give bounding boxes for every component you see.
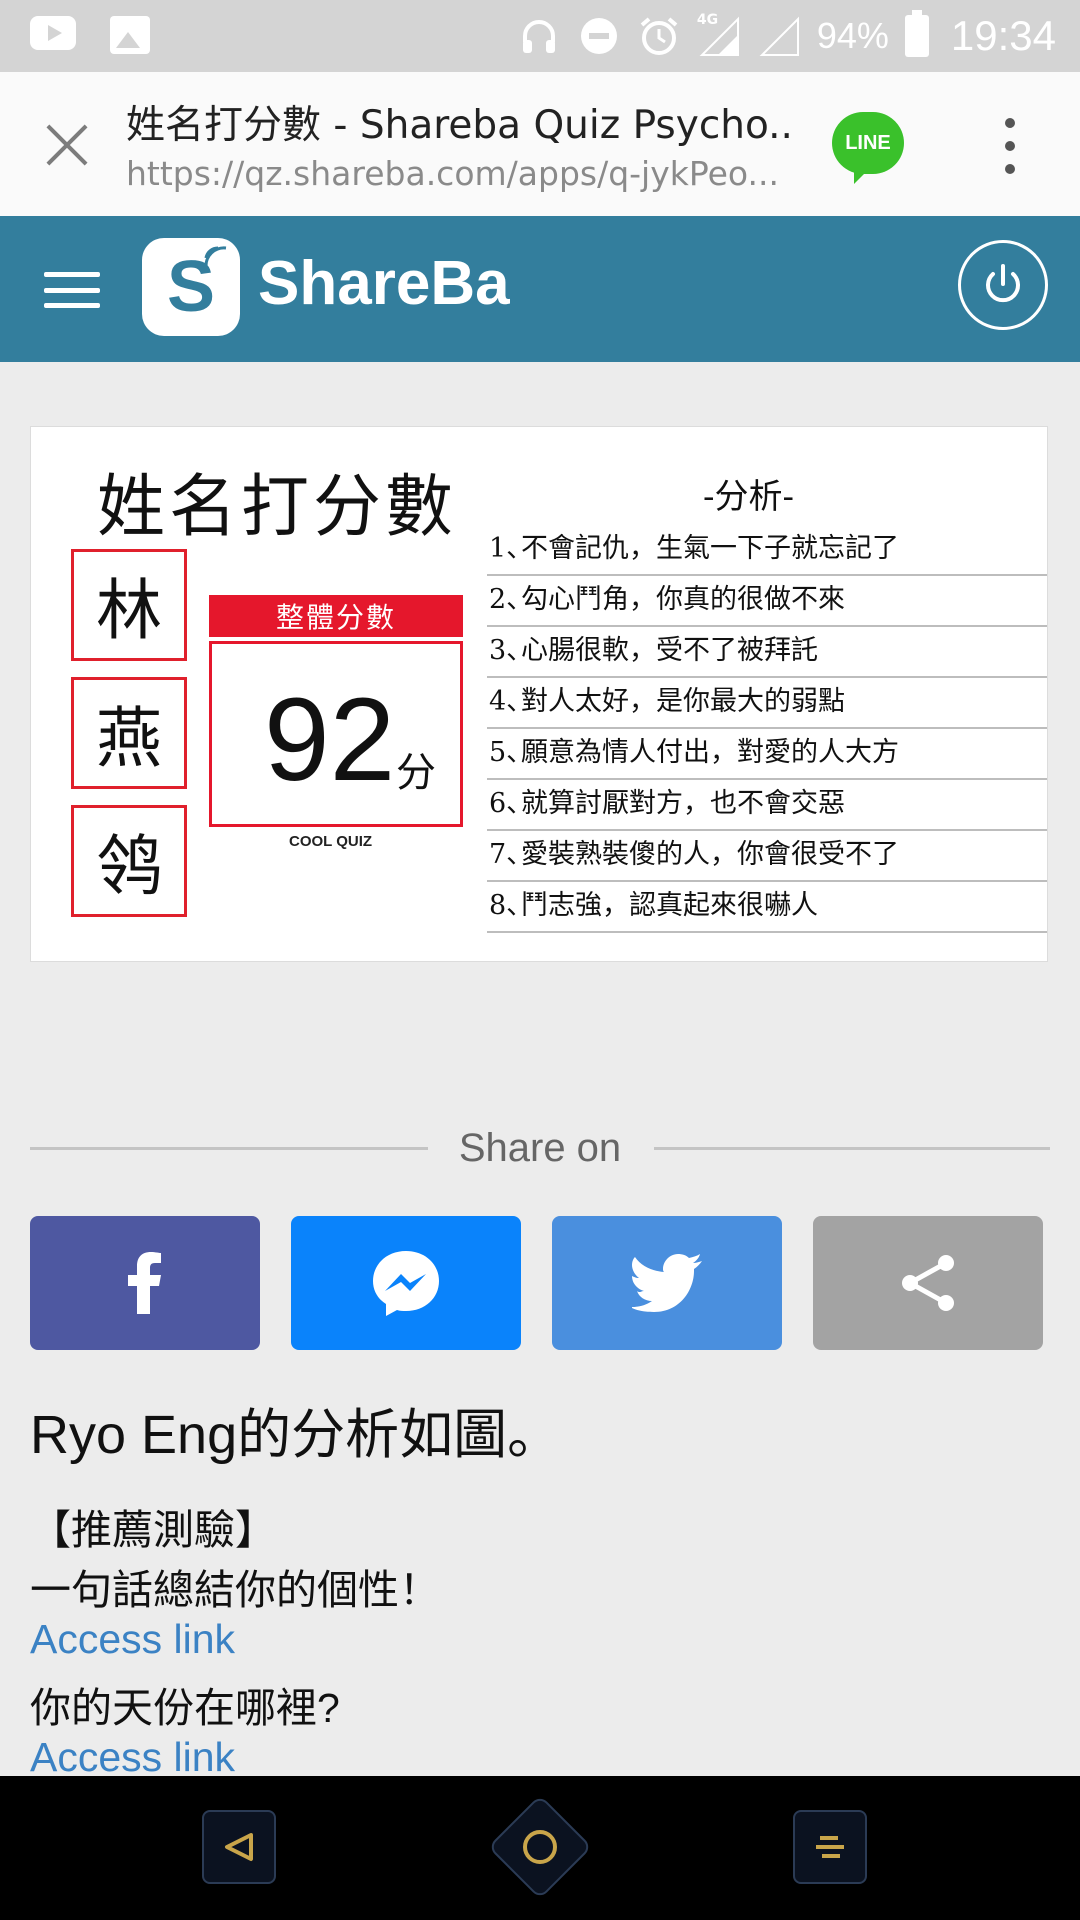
navigation-bar (0, 1776, 1080, 1920)
page-title[interactable]: 姓名打分數 - Shareba Quiz Psycho... (126, 94, 796, 150)
messenger-share-button[interactable] (291, 1216, 521, 1350)
back-icon (225, 1833, 253, 1861)
analysis-item: 4、 對人太好，是你最大的弱點 (487, 678, 1047, 729)
analysis-item: 6、 就算討厭對方，也不會交惡 (487, 780, 1047, 831)
youtube-icon (30, 16, 76, 50)
line-share-icon[interactable]: LINE (832, 112, 904, 184)
analysis-item: 3、 心腸很軟，受不了被拜託 (487, 627, 1047, 678)
divider-right (654, 1147, 1050, 1150)
power-icon[interactable] (958, 240, 1048, 330)
score-value: 92 (264, 674, 396, 806)
recommended-quiz-1: 一句話總結你的個性！ (30, 1567, 440, 1613)
clock: 19:34 (950, 12, 1056, 59)
battery-icon (904, 10, 929, 57)
generic-share-button[interactable] (813, 1216, 1043, 1350)
score-box: 92 分 (209, 641, 463, 827)
twitter-icon (632, 1254, 702, 1312)
messenger-icon (373, 1251, 439, 1316)
twitter-share-button[interactable] (552, 1216, 782, 1350)
signal-icon: 4G (696, 12, 741, 58)
analysis-list: 1、 不會記仇，生氣一下子就忘記了 2、 勾心鬥角，你真的很做不來 3、 心腸很軟，受… (487, 525, 1047, 933)
battery-percent: 94% (816, 15, 889, 56)
share-divider: Share on (30, 1126, 1050, 1170)
quiz-result-image: 姓名打分數 林 燕 鸰 整體分數 92 分 COOL QUIZ -分析- 1、不… (30, 426, 1048, 962)
signal-empty-icon (757, 14, 801, 58)
line-label: LINE (845, 131, 891, 154)
status-bar: 4G 94% 19:34 (0, 0, 1080, 72)
home-button[interactable] (487, 1794, 593, 1900)
brand-name[interactable]: ShareBa (258, 248, 510, 319)
score-unit: 分 (396, 750, 436, 796)
coolquiz-watermark: COOL QUIZ (289, 833, 373, 850)
url-text[interactable]: https://qz.shareba.com/apps/q-jykPeo... (126, 154, 776, 193)
result-headline: Ryo Eng的分析如圖。 (30, 1405, 562, 1465)
facebook-share-button[interactable] (30, 1216, 260, 1350)
analysis-item: 1、 不會記仇，生氣一下子就忘記了 (487, 525, 1047, 576)
name-char-3: 鸰 (71, 805, 187, 917)
alarm-icon (637, 14, 681, 58)
site-header: S ShareBa (0, 216, 1080, 362)
gallery-icon (110, 16, 150, 54)
facebook-icon (128, 1252, 161, 1314)
analysis-item: 5、 願意為情人付出，對愛的人大方 (487, 729, 1047, 780)
shareba-logo[interactable]: S (142, 238, 240, 336)
name-char-2: 燕 (71, 677, 187, 789)
recommended-quiz-2: 你的天份在哪裡? (30, 1685, 340, 1731)
recents-icon (816, 1836, 844, 1858)
recents-button[interactable] (793, 1810, 867, 1884)
analysis-title: -分析- (703, 477, 794, 517)
home-icon (523, 1830, 557, 1864)
do-not-disturb-icon (577, 14, 621, 58)
analysis-item: 8、 鬥志強，認真起來很嚇人 (487, 882, 1047, 933)
share-icon (902, 1255, 954, 1311)
score-label: 整體分數 (209, 595, 463, 637)
analysis-item: 2、 勾心鬥角，你真的很做不來 (487, 576, 1047, 627)
more-options-icon[interactable] (998, 118, 1022, 174)
access-link-2[interactable]: Access link (30, 1734, 235, 1781)
browser-toolbar: 姓名打分數 - Shareba Quiz Psycho... https://q… (0, 72, 1080, 217)
network-type: 4G (696, 12, 719, 28)
headphones-icon (517, 14, 561, 58)
result-title: 姓名打分數 (97, 468, 458, 547)
analysis-item: 7、 愛裝熟裝傻的人，你會很受不了 (487, 831, 1047, 882)
access-link-1[interactable]: Access link (30, 1616, 235, 1663)
close-icon[interactable] (40, 118, 94, 172)
menu-icon[interactable] (44, 272, 100, 308)
recommend-label: 【推薦測驗】 (30, 1507, 276, 1553)
name-char-1: 林 (71, 549, 187, 661)
back-button[interactable] (202, 1810, 276, 1884)
